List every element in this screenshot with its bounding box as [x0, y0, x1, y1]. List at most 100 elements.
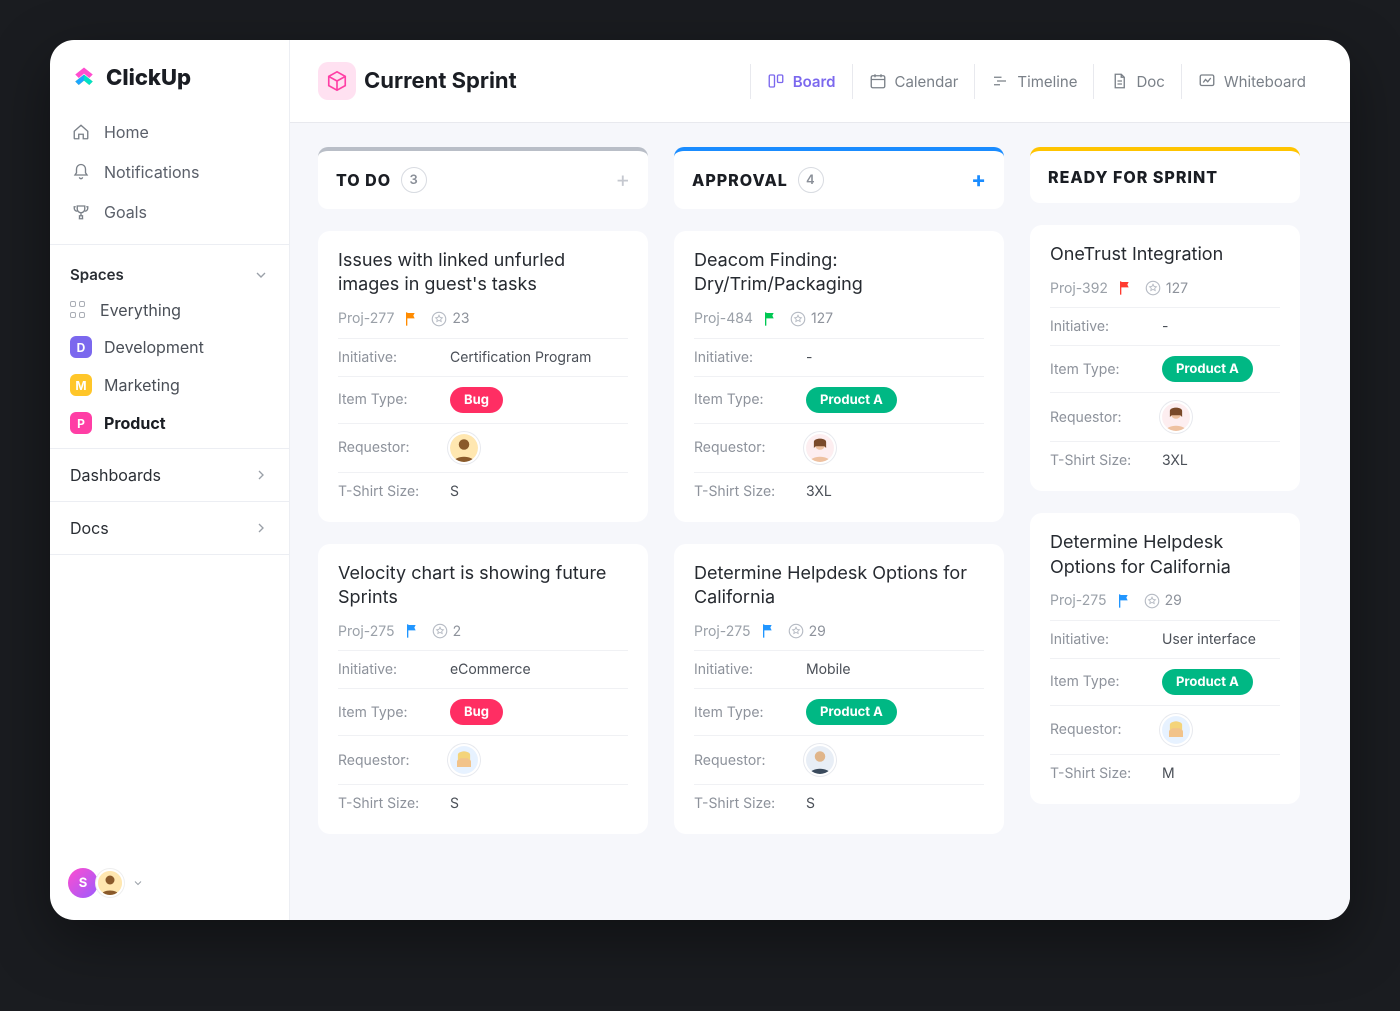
nav-notifications[interactable]: Notifications — [58, 152, 281, 192]
brand-name: ClickUp — [106, 65, 191, 91]
field-label-requestor: Requestor: — [1050, 721, 1162, 738]
field-value-tshirt: S — [806, 795, 815, 812]
task-points: 2 — [431, 622, 462, 640]
field-label-item-type: Item Type: — [1050, 673, 1162, 690]
space-product-label: Product — [104, 413, 166, 433]
nav-notifications-label: Notifications — [104, 162, 199, 182]
primary-nav: Home Notifications Goals — [50, 102, 289, 244]
task-project-id: Proj-275 — [1050, 592, 1107, 609]
field-value-tshirt: M — [1162, 765, 1175, 782]
space-development-label: Development — [104, 337, 204, 357]
task-project-id: Proj-275 — [694, 623, 751, 640]
sidebar-docs-label: Docs — [70, 518, 109, 538]
view-doc[interactable]: Doc — [1093, 64, 1180, 99]
clickup-logo-icon — [70, 64, 98, 92]
spaces-header[interactable]: Spaces — [70, 257, 269, 292]
priority-flag-icon — [404, 311, 420, 327]
brand-logo[interactable]: ClickUp — [50, 40, 289, 102]
field-label-tshirt: T-Shirt Size: — [338, 795, 450, 812]
field-label-initiative: Initiative: — [1050, 318, 1162, 335]
task-card[interactable]: Issues with linked unfurled images in gu… — [318, 231, 648, 522]
star-icon — [430, 310, 448, 328]
priority-flag-icon — [1118, 280, 1134, 296]
item-type-chip: Bug — [450, 699, 503, 725]
task-points: 127 — [789, 310, 833, 328]
timeline-icon — [991, 72, 1009, 90]
view-timeline-label: Timeline — [1017, 72, 1077, 91]
task-title: Issues with linked unfurled images in gu… — [338, 249, 628, 298]
field-label-initiative: Initiative: — [694, 349, 806, 366]
task-card[interactable]: OneTrust Integration Proj-392 127 Initia… — [1030, 225, 1300, 491]
view-calendar-label: Calendar — [895, 72, 959, 91]
view-board[interactable]: Board — [750, 64, 852, 99]
chevron-right-icon — [253, 520, 269, 536]
field-label-tshirt: T-Shirt Size: — [1050, 452, 1162, 469]
column-ready: READY FOR SPRINT OneTrust Integration Pr… — [1030, 147, 1300, 834]
nav-goals[interactable]: Goals — [58, 192, 281, 232]
task-project-id: Proj-392 — [1050, 280, 1108, 297]
spaces-header-label: Spaces — [70, 265, 124, 284]
star-icon — [789, 310, 807, 328]
bell-icon — [72, 163, 90, 181]
task-title: OneTrust Integration — [1050, 243, 1280, 267]
add-card-button[interactable]: + — [971, 167, 986, 193]
task-card[interactable]: Determine Helpdesk Options for Californi… — [1030, 513, 1300, 804]
field-label-item-type: Item Type: — [338, 391, 450, 408]
nav-home[interactable]: Home — [58, 112, 281, 152]
user-avatar[interactable] — [96, 869, 124, 897]
star-icon — [1144, 279, 1162, 297]
task-card[interactable]: Velocity chart is showing future Sprints… — [318, 544, 648, 835]
priority-flag-icon — [405, 623, 421, 639]
task-card[interactable]: Determine Helpdesk Options for Californi… — [674, 544, 1004, 835]
field-label-initiative: Initiative: — [694, 661, 806, 678]
column-header-todo[interactable]: TO DO 3 + — [318, 147, 648, 209]
task-title: Determine Helpdesk Options for Californi… — [694, 562, 984, 611]
column-header-approval[interactable]: APPROVAL 4 + — [674, 147, 1004, 209]
field-label-initiative: Initiative: — [338, 661, 450, 678]
column-header-ready[interactable]: READY FOR SPRINT — [1030, 147, 1300, 203]
star-icon — [1143, 592, 1161, 610]
chevron-right-icon — [253, 467, 269, 483]
workspace-avatar[interactable]: S — [68, 868, 98, 898]
item-type-chip: Bug — [450, 387, 503, 413]
board-icon — [767, 72, 785, 90]
trophy-icon — [72, 203, 90, 221]
view-tabs: Board Calendar Timeline Doc Whiteboard — [750, 64, 1322, 99]
view-timeline[interactable]: Timeline — [974, 64, 1093, 99]
task-points: 127 — [1144, 279, 1188, 297]
space-badge-m: M — [70, 374, 92, 396]
task-points: 29 — [1143, 592, 1182, 610]
field-label-item-type: Item Type: — [694, 704, 806, 721]
space-product[interactable]: P Product — [70, 404, 269, 442]
task-project-id: Proj-277 — [338, 310, 394, 327]
view-whiteboard[interactable]: Whiteboard — [1181, 64, 1322, 99]
column-title: TO DO — [336, 170, 391, 190]
field-label-requestor: Requestor: — [694, 752, 806, 769]
requestor-avatar — [806, 746, 834, 774]
sidebar-docs[interactable]: Docs — [50, 501, 289, 555]
board-area: TO DO 3 + Issues with linked unfurled im… — [290, 123, 1350, 920]
requestor-avatar — [1162, 403, 1190, 431]
item-type-chip: Product A — [806, 387, 897, 413]
space-marketing[interactable]: M Marketing — [70, 366, 269, 404]
task-points: 23 — [430, 310, 469, 328]
sidebar-dashboards-label: Dashboards — [70, 465, 161, 485]
view-calendar[interactable]: Calendar — [852, 64, 975, 99]
column-title: READY FOR SPRINT — [1048, 167, 1218, 187]
whiteboard-icon — [1198, 72, 1216, 90]
field-value-initiative: - — [806, 349, 812, 366]
field-value-initiative: Certification Program — [450, 349, 591, 366]
column-title: APPROVAL — [692, 170, 788, 190]
caret-down-icon[interactable] — [132, 877, 144, 889]
sidebar: ClickUp Home Notifications Goals Spaces — [50, 40, 290, 920]
main: Current Sprint Board Calendar Timeline D… — [290, 40, 1350, 920]
field-label-initiative: Initiative: — [1050, 631, 1162, 648]
space-development[interactable]: D Development — [70, 328, 269, 366]
column-approval: APPROVAL 4 + Deacom Finding: Dry/Trim/Pa… — [674, 147, 1004, 834]
priority-flag-icon — [1117, 593, 1133, 609]
add-card-button[interactable]: + — [615, 167, 630, 193]
sidebar-dashboards[interactable]: Dashboards — [50, 448, 289, 501]
calendar-icon — [869, 72, 887, 90]
task-card[interactable]: Deacom Finding: Dry/Trim/Packaging Proj-… — [674, 231, 1004, 522]
space-everything[interactable]: Everything — [70, 292, 269, 328]
